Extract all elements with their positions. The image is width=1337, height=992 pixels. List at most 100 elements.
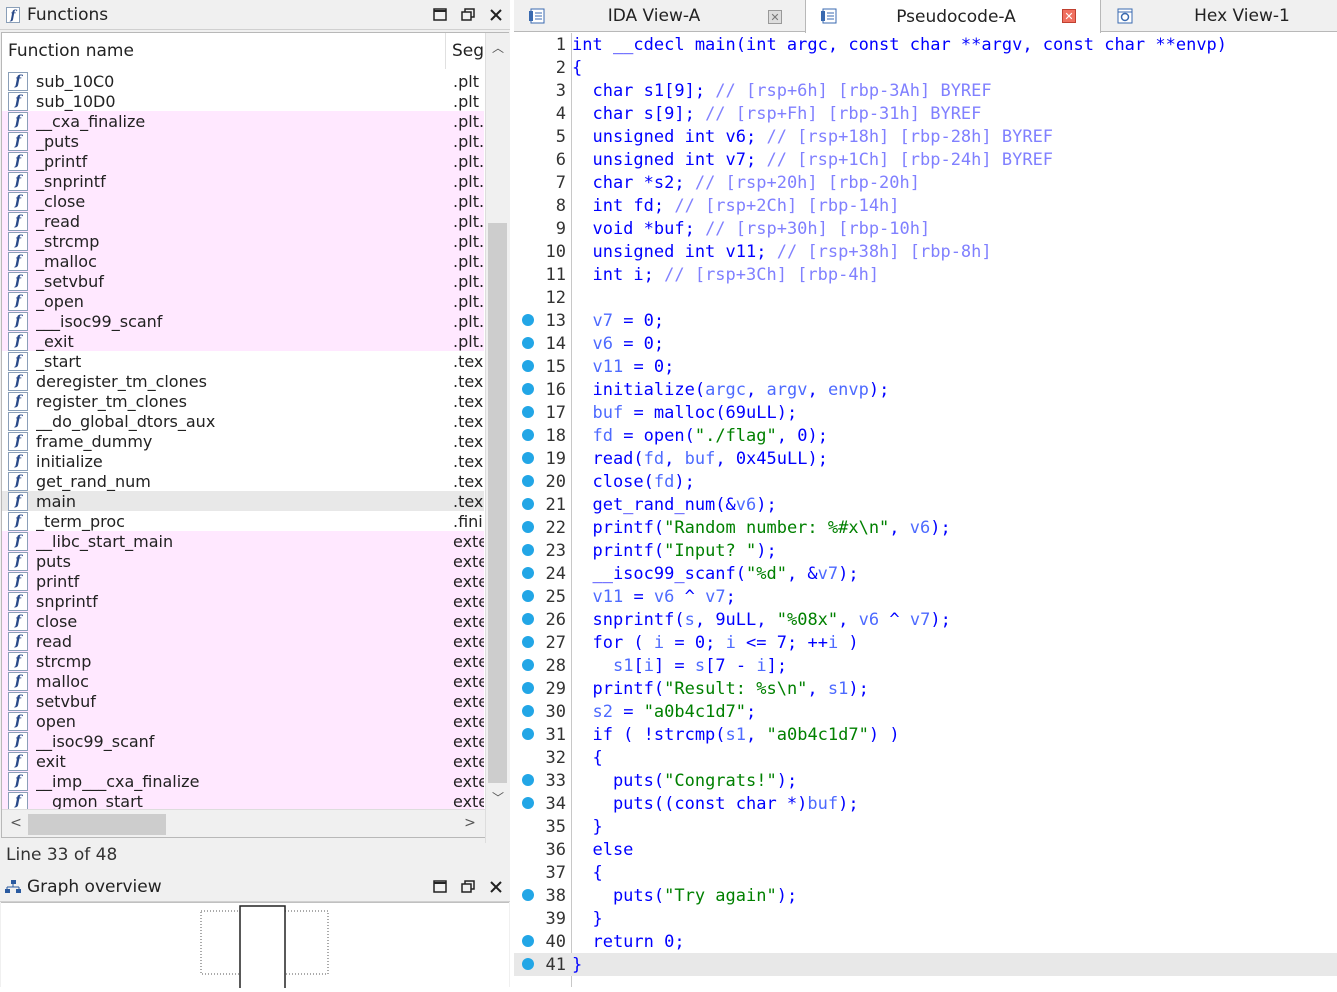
code-line[interactable]: 6 unsigned int v7; // [rsp+1Ch] [rbp-24h…	[514, 148, 1337, 171]
code-line[interactable]: 26 snprintf(s, 9uLL, "%08x", v6 ^ v7);	[514, 608, 1337, 631]
code-line[interactable]: 20 close(fd);	[514, 470, 1337, 493]
function-row[interactable]: f __gmon_start__ exte	[2, 791, 484, 811]
code-line[interactable]: 24 __isoc99_scanf("%d", &v7);	[514, 562, 1337, 585]
breakpoint-dot-icon[interactable]	[522, 774, 534, 786]
code-line[interactable]: 36 else	[514, 838, 1337, 861]
code-line[interactable]: 40 return 0;	[514, 930, 1337, 953]
restore-icon[interactable]	[454, 1, 482, 29]
code-line[interactable]: 23 printf("Input? ");	[514, 539, 1337, 562]
function-row[interactable]: f _read .plt.	[2, 211, 484, 231]
code-line[interactable]: 8 int fd; // [rsp+2Ch] [rbp-14h]	[514, 194, 1337, 217]
function-row[interactable]: f frame_dummy .tex	[2, 431, 484, 451]
code-line[interactable]: 12	[514, 286, 1337, 309]
breakpoint-dot-icon[interactable]	[522, 705, 534, 717]
code-line[interactable]: 11 int i; // [rsp+3Ch] [rbp-4h]	[514, 263, 1337, 286]
function-row[interactable]: f _close .plt.	[2, 191, 484, 211]
code-line[interactable]: 7 char *s2; // [rsp+20h] [rbp-20h]	[514, 171, 1337, 194]
tab-ida-view[interactable]: IDA View-A ✕	[514, 0, 804, 32]
tab-hex-view[interactable]: Hex View-1	[1102, 0, 1337, 32]
code-line[interactable]: 1 int __cdecl main(int argc, const char *…	[514, 33, 1337, 56]
function-row[interactable]: f _exit .plt.	[2, 331, 484, 351]
pseudocode-view[interactable]: 1 int __cdecl main(int argc, const char *…	[514, 33, 1337, 987]
restore-icon[interactable]	[454, 873, 482, 901]
breakpoint-dot-icon[interactable]	[522, 498, 534, 510]
function-row[interactable]: f _malloc .plt.	[2, 251, 484, 271]
code-line[interactable]: 25 v11 = v6 ^ v7;	[514, 585, 1337, 608]
breakpoint-dot-icon[interactable]	[522, 383, 534, 395]
code-line[interactable]: 31 if ( !strcmp(s1, "a0b4c1d7") )	[514, 723, 1337, 746]
breakpoint-dot-icon[interactable]	[522, 613, 534, 625]
function-row[interactable]: f _snprintf .plt.	[2, 171, 484, 191]
code-line[interactable]: 18 fd = open("./flag", 0);	[514, 424, 1337, 447]
function-row[interactable]: f _puts .plt.	[2, 131, 484, 151]
function-row[interactable]: f printf exte	[2, 571, 484, 591]
breakpoint-dot-icon[interactable]	[522, 958, 534, 970]
function-row[interactable]: f exit exte	[2, 751, 484, 771]
maximize-icon[interactable]	[426, 873, 454, 901]
function-row[interactable]: f puts exte	[2, 551, 484, 571]
function-row[interactable]: f main .tex	[2, 491, 484, 511]
functions-list[interactable]: Function name Seg f sub_10C0 .plt f sub_10D0…	[1, 32, 509, 843]
code-line[interactable]: 22 printf("Random number: %#x\n", v6);	[514, 516, 1337, 539]
scroll-left-icon[interactable]: <	[4, 815, 28, 831]
breakpoint-dot-icon[interactable]	[522, 682, 534, 694]
scroll-right-icon[interactable]: >	[458, 815, 482, 831]
function-row[interactable]: f _open .plt.	[2, 291, 484, 311]
function-row[interactable]: f open exte	[2, 711, 484, 731]
function-row[interactable]: f __imp___cxa_finalize exte	[2, 771, 484, 791]
close-icon[interactable]	[482, 873, 510, 901]
code-line[interactable]: 21 get_rand_num(&v6);	[514, 493, 1337, 516]
function-row[interactable]: f _printf .plt.	[2, 151, 484, 171]
code-line[interactable]: 30 s2 = "a0b4c1d7";	[514, 700, 1337, 723]
function-row[interactable]: f __libc_start_main exte	[2, 531, 484, 551]
code-line[interactable]: 16 initialize(argc, argv, envp);	[514, 378, 1337, 401]
maximize-icon[interactable]	[426, 1, 454, 29]
breakpoint-dot-icon[interactable]	[522, 935, 534, 947]
breakpoint-dot-icon[interactable]	[522, 889, 534, 901]
breakpoint-dot-icon[interactable]	[522, 590, 534, 602]
code-line[interactable]: 13 v7 = 0;	[514, 309, 1337, 332]
function-row[interactable]: f _setvbuf .plt.	[2, 271, 484, 291]
horizontal-scrollbar[interactable]: < >	[2, 809, 485, 837]
graph-overview-canvas[interactable]	[1, 902, 509, 992]
code-line[interactable]: 38 puts("Try again");	[514, 884, 1337, 907]
breakpoint-dot-icon[interactable]	[522, 659, 534, 671]
code-line[interactable]: 15 v11 = 0;	[514, 355, 1337, 378]
code-line[interactable]: 5 unsigned int v6; // [rsp+18h] [rbp-28h…	[514, 125, 1337, 148]
code-line[interactable]: 19 read(fd, buf, 0x45uLL);	[514, 447, 1337, 470]
code-line[interactable]: 37 {	[514, 861, 1337, 884]
function-row[interactable]: f _term_proc .fini	[2, 511, 484, 531]
function-row[interactable]: f snprintf exte	[2, 591, 484, 611]
code-line[interactable]: 10 unsigned int v11; // [rsp+38h] [rbp-8…	[514, 240, 1337, 263]
breakpoint-dot-icon[interactable]	[522, 636, 534, 648]
tab-pseudocode[interactable]: Pseudocode-A ✕	[805, 0, 1101, 33]
function-row[interactable]: f read exte	[2, 631, 484, 651]
code-line[interactable]: 32 {	[514, 746, 1337, 769]
code-line[interactable]: 39 }	[514, 907, 1337, 930]
function-row[interactable]: f get_rand_num .tex	[2, 471, 484, 491]
breakpoint-dot-icon[interactable]	[522, 521, 534, 533]
scroll-thumb[interactable]	[488, 223, 507, 783]
function-row[interactable]: f _strcmp .plt.	[2, 231, 484, 251]
function-row[interactable]: f setvbuf exte	[2, 691, 484, 711]
function-row[interactable]: f malloc exte	[2, 671, 484, 691]
code-line[interactable]: 14 v6 = 0;	[514, 332, 1337, 355]
breakpoint-dot-icon[interactable]	[522, 567, 534, 579]
breakpoint-dot-icon[interactable]	[522, 337, 534, 349]
code-line[interactable]: 29 printf("Result: %s\n", s1);	[514, 677, 1337, 700]
hscroll-thumb[interactable]	[28, 814, 166, 835]
breakpoint-dot-icon[interactable]	[522, 360, 534, 372]
tab-close-icon[interactable]: ✕	[1062, 9, 1076, 23]
code-line[interactable]: 27 for ( i = 0; i <= 7; ++i )	[514, 631, 1337, 654]
breakpoint-dot-icon[interactable]	[522, 728, 534, 740]
function-row[interactable]: f __isoc99_scanf exte	[2, 731, 484, 751]
code-line[interactable]: 17 buf = malloc(69uLL);	[514, 401, 1337, 424]
function-row[interactable]: f sub_10D0 .plt	[2, 91, 484, 111]
breakpoint-dot-icon[interactable]	[522, 406, 534, 418]
scroll-down-icon[interactable]: ﹀	[486, 789, 510, 806]
code-line[interactable]: 34 puts((const char *)buf);	[514, 792, 1337, 815]
code-line[interactable]: 41}	[514, 953, 1337, 976]
column-function-name[interactable]: Function name	[2, 33, 446, 69]
vertical-scrollbar[interactable]: ︿ ﹀	[485, 33, 509, 843]
code-line[interactable]: 2{	[514, 56, 1337, 79]
